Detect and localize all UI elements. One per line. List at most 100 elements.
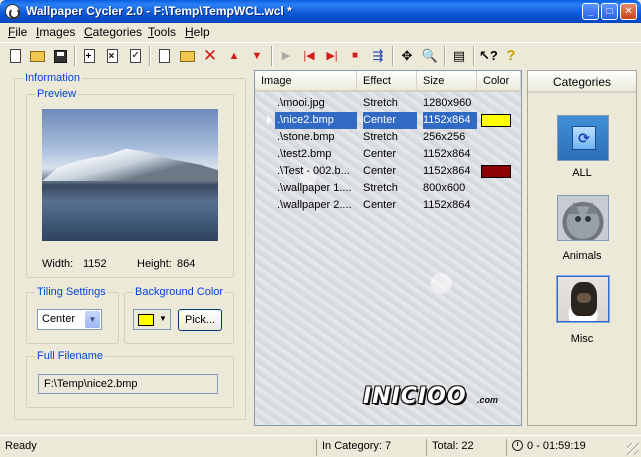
filename-label: Full Filename [35, 350, 106, 362]
row-image-name: .\wallpaper 2.... [277, 199, 352, 211]
delete-x-icon[interactable]: ✕ [201, 47, 219, 65]
menu-tools[interactable]: Tools [148, 25, 176, 39]
table-row[interactable]: .\stone.bmp Stretch 256x256 [255, 129, 521, 146]
context-help-icon[interactable]: ↖? [479, 47, 498, 65]
title-bar[interactable]: Wallpaper Cycler 2.0 - F:\Temp\TempWCL.w… [0, 0, 641, 23]
preview-icon[interactable]: 🔍 [421, 47, 439, 65]
new-category-icon[interactable] [155, 47, 173, 65]
app-cycler-icon[interactable] [5, 4, 20, 19]
category-misc-thumb[interactable] [557, 276, 609, 322]
column-image[interactable]: Image [255, 71, 357, 92]
menu-images-label: mages [39, 25, 76, 39]
image-list[interactable]: Image Effect Size Color .\mooi.jpg Stretc… [254, 70, 522, 426]
category-all-label[interactable]: ALL [528, 167, 636, 179]
menu-file-label: ile [15, 25, 28, 39]
table-row[interactable]: .\wallpaper 1.... Stretch 800x600 [255, 180, 521, 197]
category-misc-label[interactable]: Misc [528, 333, 636, 345]
resize-grip[interactable] [627, 443, 639, 455]
minimize-button[interactable]: _ [582, 3, 599, 20]
width-value: 1152 [83, 258, 107, 270]
chevron-down-icon[interactable]: ▼ [85, 311, 100, 328]
category-all-thumb[interactable]: ⟳ [557, 115, 609, 161]
status-in-category: In Category: 7 [316, 439, 424, 456]
row-effect: Center [363, 165, 397, 177]
row-image-name: .\nice2.bmp [275, 112, 357, 129]
row-image-name: .\mooi.jpg [277, 97, 325, 109]
checklist-icon[interactable]: ✓ [126, 47, 144, 65]
table-row[interactable]: .\Test - 002.b... Center 1152x864 [255, 163, 521, 180]
move-up-icon[interactable]: ▲ [225, 47, 243, 65]
menu-help-key: H [185, 25, 194, 39]
height-label: Height: [137, 258, 172, 270]
refresh-icon: ⟳ [572, 126, 596, 150]
column-effect[interactable]: Effect [357, 71, 417, 92]
table-row[interactable]: .\wallpaper 2.... Center 1152x864 [255, 197, 521, 214]
pick-color-button[interactable]: Pick... [178, 309, 222, 331]
row-size: 1280x960 [423, 97, 472, 109]
settings-icon[interactable]: ✥ [398, 47, 416, 65]
status-ready: Ready [5, 440, 37, 452]
row-size: 800x600 [423, 182, 466, 194]
delete-image-icon[interactable]: × [103, 47, 121, 65]
menu-categories[interactable]: Categories [84, 25, 142, 39]
play-icon[interactable]: ▶ [277, 47, 295, 65]
menu-help[interactable]: Help [185, 25, 210, 39]
add-folder-icon[interactable] [178, 47, 196, 65]
menu-bar: File Images Categories Tools Help [0, 23, 641, 41]
row-effect: Stretch [363, 97, 398, 109]
first-icon[interactable]: |◀ [300, 47, 318, 65]
toolbar-separator [444, 46, 446, 66]
menu-categories-key: C [84, 25, 93, 39]
help-icon[interactable]: ? [502, 47, 520, 65]
menu-file[interactable]: File [8, 25, 27, 39]
table-row[interactable]: .\mooi.jpg Stretch 1280x960 [255, 95, 521, 112]
tiling-label: Tiling Settings [35, 286, 108, 298]
table-row[interactable]: .\test2.bmp Center 1152x864 [255, 146, 521, 163]
toolbar-separator [149, 46, 151, 66]
table-row[interactable]: .\nice2.bmp Center 1152x864 [255, 112, 521, 129]
status-timer: 0 - 01:59:19 [506, 439, 624, 456]
toolbar-separator [74, 46, 76, 66]
window-title: Wallpaper Cycler 2.0 - F:\Temp\TempWCL.w… [26, 4, 292, 18]
close-button[interactable]: ✕ [620, 3, 637, 20]
wallpaper-preview [42, 109, 218, 241]
bg-color-label: Background Color [133, 286, 226, 298]
row-effect: Stretch [363, 182, 398, 194]
height-value: 864 [177, 258, 196, 270]
last-icon[interactable]: ▶| [323, 47, 341, 65]
open-folder-icon[interactable] [28, 47, 46, 65]
toolbar-separator [271, 46, 273, 66]
category-animals-label[interactable]: Animals [528, 250, 636, 262]
column-color[interactable]: Color [477, 71, 521, 92]
image-list-header: Image Effect Size Color [255, 71, 521, 92]
menu-images[interactable]: Images [36, 25, 75, 39]
chevron-down-icon[interactable]: ▼ [159, 314, 167, 323]
categories-header[interactable]: Categories [528, 71, 636, 93]
bg-color-picker[interactable]: ▼ [133, 309, 171, 330]
menu-tools-label: ools [154, 25, 177, 39]
tiling-select[interactable]: Center ▼ [37, 309, 102, 330]
preview-label: Preview [35, 88, 79, 100]
categories-panel: Categories ⟳ ALL Animals Misc [527, 70, 637, 426]
maximize-button[interactable]: □ [601, 3, 618, 20]
row-image-name: .\wallpaper 1.... [277, 182, 352, 194]
row-size: 256x256 [423, 131, 466, 143]
status-timer-value: 0 - 01:59:19 [527, 440, 586, 452]
row-size: 1152x864 [423, 199, 471, 211]
toolbar-separator [473, 46, 475, 66]
new-doc-icon[interactable] [6, 47, 24, 65]
menu-categories-label: ategories [92, 25, 143, 39]
move-down-icon[interactable]: ▼ [248, 47, 266, 65]
row-image-name: .\Test - 002.b... [277, 165, 350, 177]
properties-icon[interactable]: ▤ [450, 47, 468, 65]
tiling-value: Center [42, 313, 76, 325]
column-size[interactable]: Size [417, 71, 477, 92]
row-color-swatch [481, 114, 511, 127]
category-animals-thumb[interactable] [557, 195, 609, 241]
filename-field[interactable]: F:\Temp\nice2.bmp [38, 374, 218, 394]
row-image-name: .\test2.bmp [277, 148, 332, 160]
add-image-icon[interactable]: + [80, 47, 98, 65]
export-icon[interactable]: ⇶ [369, 47, 387, 65]
save-disk-icon[interactable] [51, 47, 69, 65]
stop-icon[interactable]: ■ [346, 47, 364, 65]
